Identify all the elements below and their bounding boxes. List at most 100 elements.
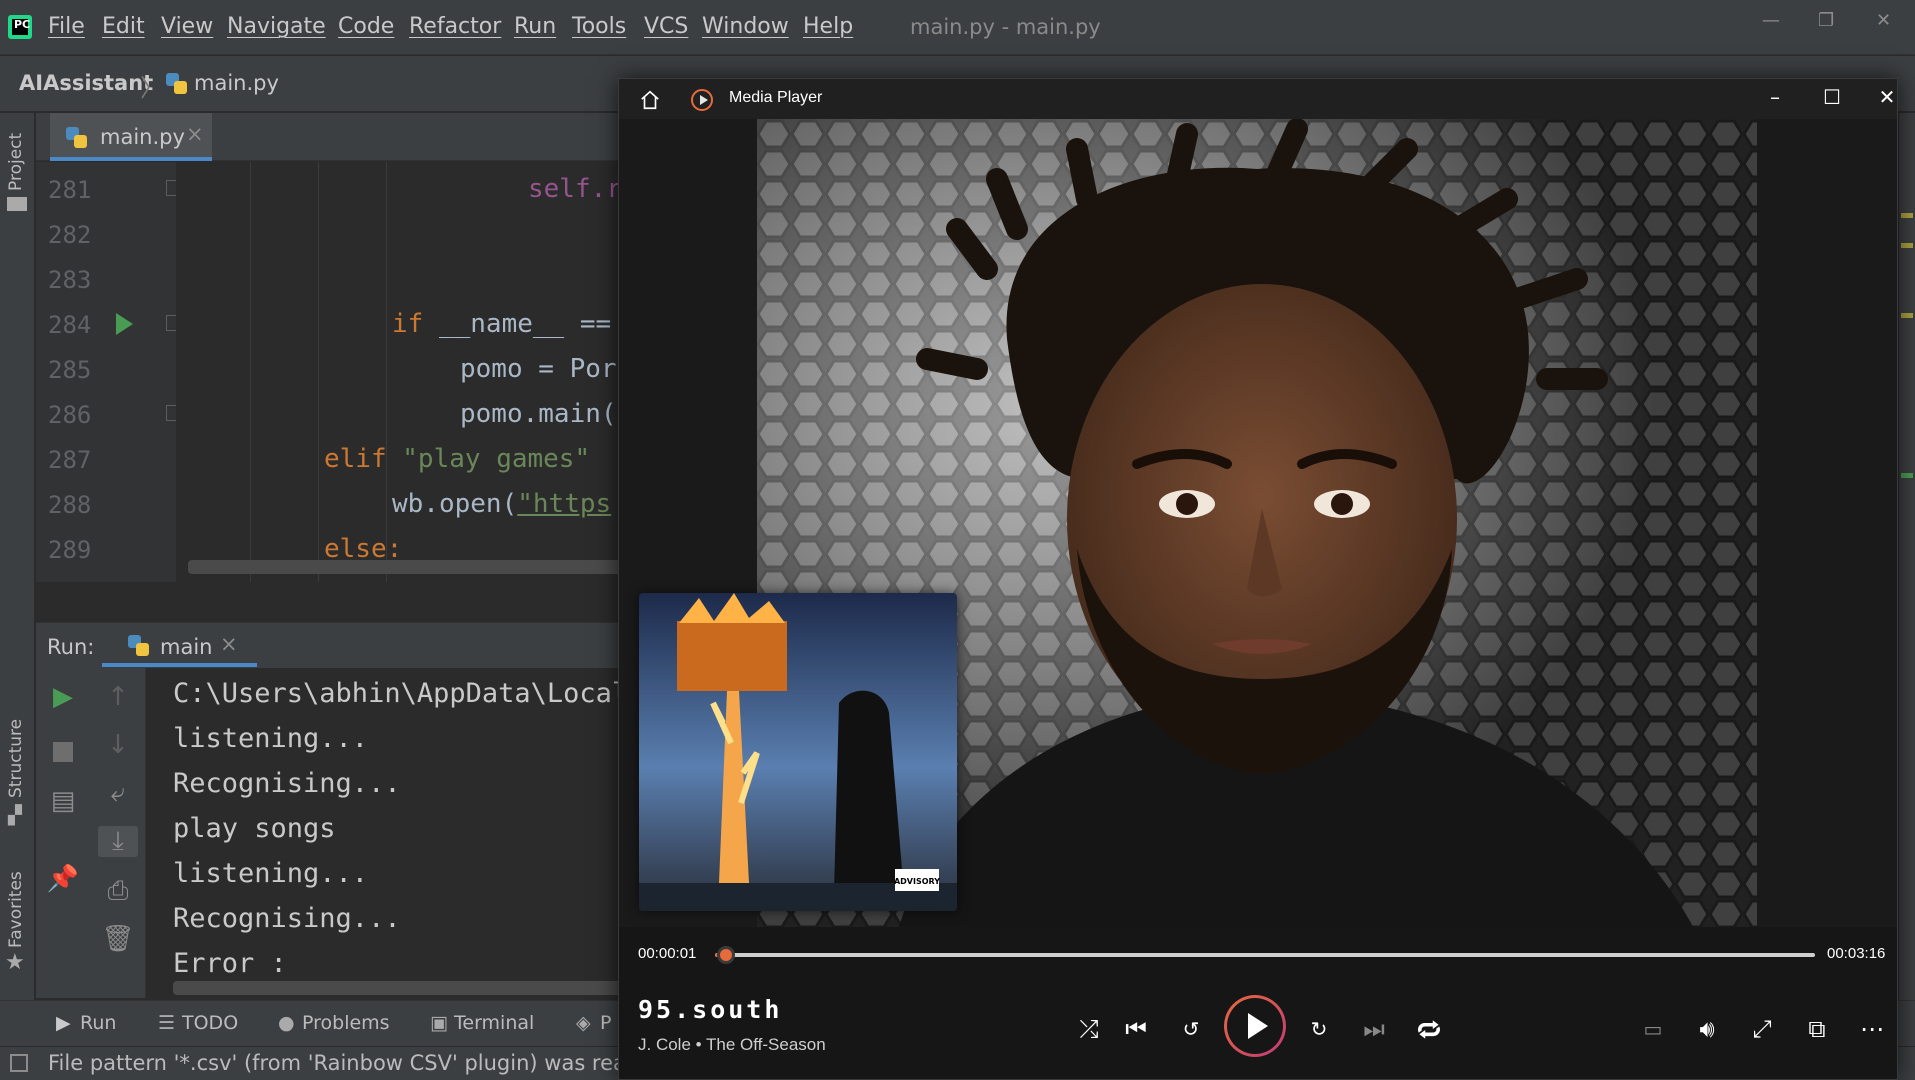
line-number: 283 xyxy=(48,266,92,294)
status-toggle-icon[interactable] xyxy=(10,1054,28,1072)
menu-code[interactable]: Code xyxy=(338,14,394,39)
python-file-icon xyxy=(66,127,88,149)
folder-icon xyxy=(7,197,27,211)
run-console[interactable]: C:\Users\abhin\AppData\Local listening..… xyxy=(147,668,637,998)
list-icon: ☰ xyxy=(158,1012,176,1034)
editor-tab-label: main.py xyxy=(100,125,185,149)
project-tool-tab[interactable]: Project xyxy=(6,133,26,191)
close-tab-icon[interactable]: × xyxy=(220,632,238,656)
code-string: "https xyxy=(517,489,612,519)
minimize-icon[interactable]: – xyxy=(1755,85,1795,109)
terminal-tool-button[interactable]: ▣ Terminal xyxy=(430,1012,534,1034)
rewind-10-icon[interactable]: ↺ xyxy=(1169,1007,1213,1051)
code-line-284: if __name__ == xyxy=(392,309,611,339)
menu-help[interactable]: Help xyxy=(803,14,853,39)
repeat-off-icon[interactable]: 🔁︎ xyxy=(1407,1007,1451,1051)
menu-refactor[interactable]: Refactor xyxy=(409,14,501,39)
captions-icon[interactable]: ▭ xyxy=(1631,1007,1675,1051)
maximize-icon[interactable]: ☐ xyxy=(1812,85,1852,109)
menu-vcs[interactable]: VCS xyxy=(644,14,688,39)
print-icon[interactable]: ⎙ xyxy=(98,876,138,907)
problems-tool-button[interactable]: ● Problems xyxy=(278,1012,390,1034)
console-horizontal-scrollbar[interactable] xyxy=(173,981,643,995)
code-line-286: pomo.main( xyxy=(460,399,617,429)
total-duration: 00:03:16 xyxy=(1827,945,1886,962)
fullscreen-icon[interactable]: ⤢ xyxy=(1740,1007,1784,1051)
menu-run[interactable]: Run xyxy=(514,14,556,39)
track-artist-album[interactable]: J. Cole • The Off-Season xyxy=(638,1035,826,1055)
breadcrumb-separator-icon: 〉 xyxy=(140,74,164,102)
breadcrumb-project[interactable]: AIAssistant xyxy=(19,71,153,95)
status-message[interactable]: File pattern '*.csv' (from 'Rainbow CSV'… xyxy=(48,1051,680,1075)
structure-icon: ▞ xyxy=(8,805,22,826)
next-track-icon[interactable]: ⏭ xyxy=(1352,1007,1396,1051)
scroll-to-end-icon[interactable]: ⤓ xyxy=(98,826,138,857)
pycharm-logo-icon: PC xyxy=(8,15,32,39)
previous-track-icon[interactable]: ⏮ xyxy=(1114,1007,1158,1051)
menu-tools[interactable]: Tools xyxy=(572,14,626,39)
menu-edit[interactable]: Edit xyxy=(102,14,145,39)
trash-icon[interactable]: 🗑 xyxy=(98,924,138,954)
restore-icon[interactable]: ❐ xyxy=(1818,10,1834,31)
menu-view[interactable]: View xyxy=(161,14,213,39)
pin-icon[interactable]: 📌 xyxy=(43,864,83,894)
console-line: Recognising... xyxy=(173,768,401,799)
layout-icon[interactable]: ▤ xyxy=(43,786,83,816)
code-editor[interactable]: self.r if __name__ == pomo = Por pomo.ma… xyxy=(176,162,636,582)
close-icon[interactable]: ✕ xyxy=(1876,10,1891,31)
line-number: 287 xyxy=(48,446,92,474)
advisory-badge: ADVISORY xyxy=(894,877,940,886)
code-keyword: elif xyxy=(324,444,387,474)
media-player-app-icon xyxy=(691,89,713,111)
run-toolbar-secondary: ↑ ↓ ⤶ ⤓ ⎙ 🗑 xyxy=(91,668,146,998)
line-number: 289 xyxy=(48,536,92,564)
breadcrumb-file[interactable]: main.py xyxy=(194,71,279,95)
editor-tab-main[interactable]: main.py × xyxy=(50,113,212,161)
run-gutter-icon[interactable] xyxy=(116,313,133,335)
indent-guide xyxy=(318,162,319,582)
menu-file[interactable]: File xyxy=(48,14,85,39)
run-tool-label: Run xyxy=(80,1012,117,1034)
minimize-icon[interactable]: — xyxy=(1762,10,1780,31)
run-tab-main[interactable]: main xyxy=(160,635,212,659)
down-arrow-icon[interactable]: ↓ xyxy=(98,730,138,760)
error-stripe-marker xyxy=(1901,243,1913,248)
editor-horizontal-scrollbar[interactable] xyxy=(188,560,648,574)
layers-icon: ◈ xyxy=(576,1012,591,1034)
code-text: __name__ == xyxy=(423,309,612,339)
play-button[interactable] xyxy=(1224,995,1286,1057)
volume-icon[interactable]: 🔊︎ xyxy=(1685,1007,1729,1051)
play-icon xyxy=(1227,998,1283,1054)
home-icon[interactable] xyxy=(639,89,661,111)
forward-30-icon[interactable]: ↻ xyxy=(1297,1007,1341,1051)
more-options-icon[interactable]: ⋯ xyxy=(1850,1007,1894,1051)
run-tool-button[interactable]: ▶ Run xyxy=(56,1012,116,1034)
rerun-icon[interactable]: ▶ xyxy=(43,682,83,712)
stop-icon[interactable] xyxy=(53,742,73,762)
menu-navigate[interactable]: Navigate xyxy=(227,14,326,39)
media-player-titlebar: Media Player – ☐ ✕ xyxy=(619,79,1897,119)
shuffle-icon[interactable]: ⤮ xyxy=(1067,1007,1111,1051)
close-tab-icon[interactable]: × xyxy=(186,122,204,146)
line-number: 288 xyxy=(48,491,92,519)
todo-tool-label: TODO xyxy=(182,1012,239,1034)
seek-bar[interactable] xyxy=(715,946,1815,964)
console-line: Error : xyxy=(173,948,287,979)
window-title: main.py - main.py xyxy=(910,15,1101,39)
code-keyword: if xyxy=(392,309,424,339)
structure-tool-tab[interactable]: Structure xyxy=(6,719,26,798)
media-player-title: Media Player xyxy=(729,89,823,106)
mini-player-icon[interactable]: ⧉ xyxy=(1795,1007,1839,1051)
album-cover-image[interactable]: ADVISORY xyxy=(639,593,957,911)
packages-tool-button[interactable]: ◈ P xyxy=(576,1012,611,1034)
play-icon: ▶ xyxy=(56,1012,71,1034)
up-arrow-icon[interactable]: ↑ xyxy=(98,682,138,712)
left-tool-strip: Project Structure ▞ Favorites ★ xyxy=(0,113,35,1048)
soft-wrap-icon[interactable]: ⤶ xyxy=(98,778,138,809)
menu-window[interactable]: Window xyxy=(702,14,789,39)
favorites-tool-tab[interactable]: Favorites xyxy=(6,871,26,948)
todo-tool-button[interactable]: ☰ TODO xyxy=(158,1012,238,1034)
seek-bar-thumb[interactable] xyxy=(717,946,735,964)
info-icon: ● xyxy=(278,1012,295,1034)
close-icon[interactable]: ✕ xyxy=(1867,85,1897,109)
